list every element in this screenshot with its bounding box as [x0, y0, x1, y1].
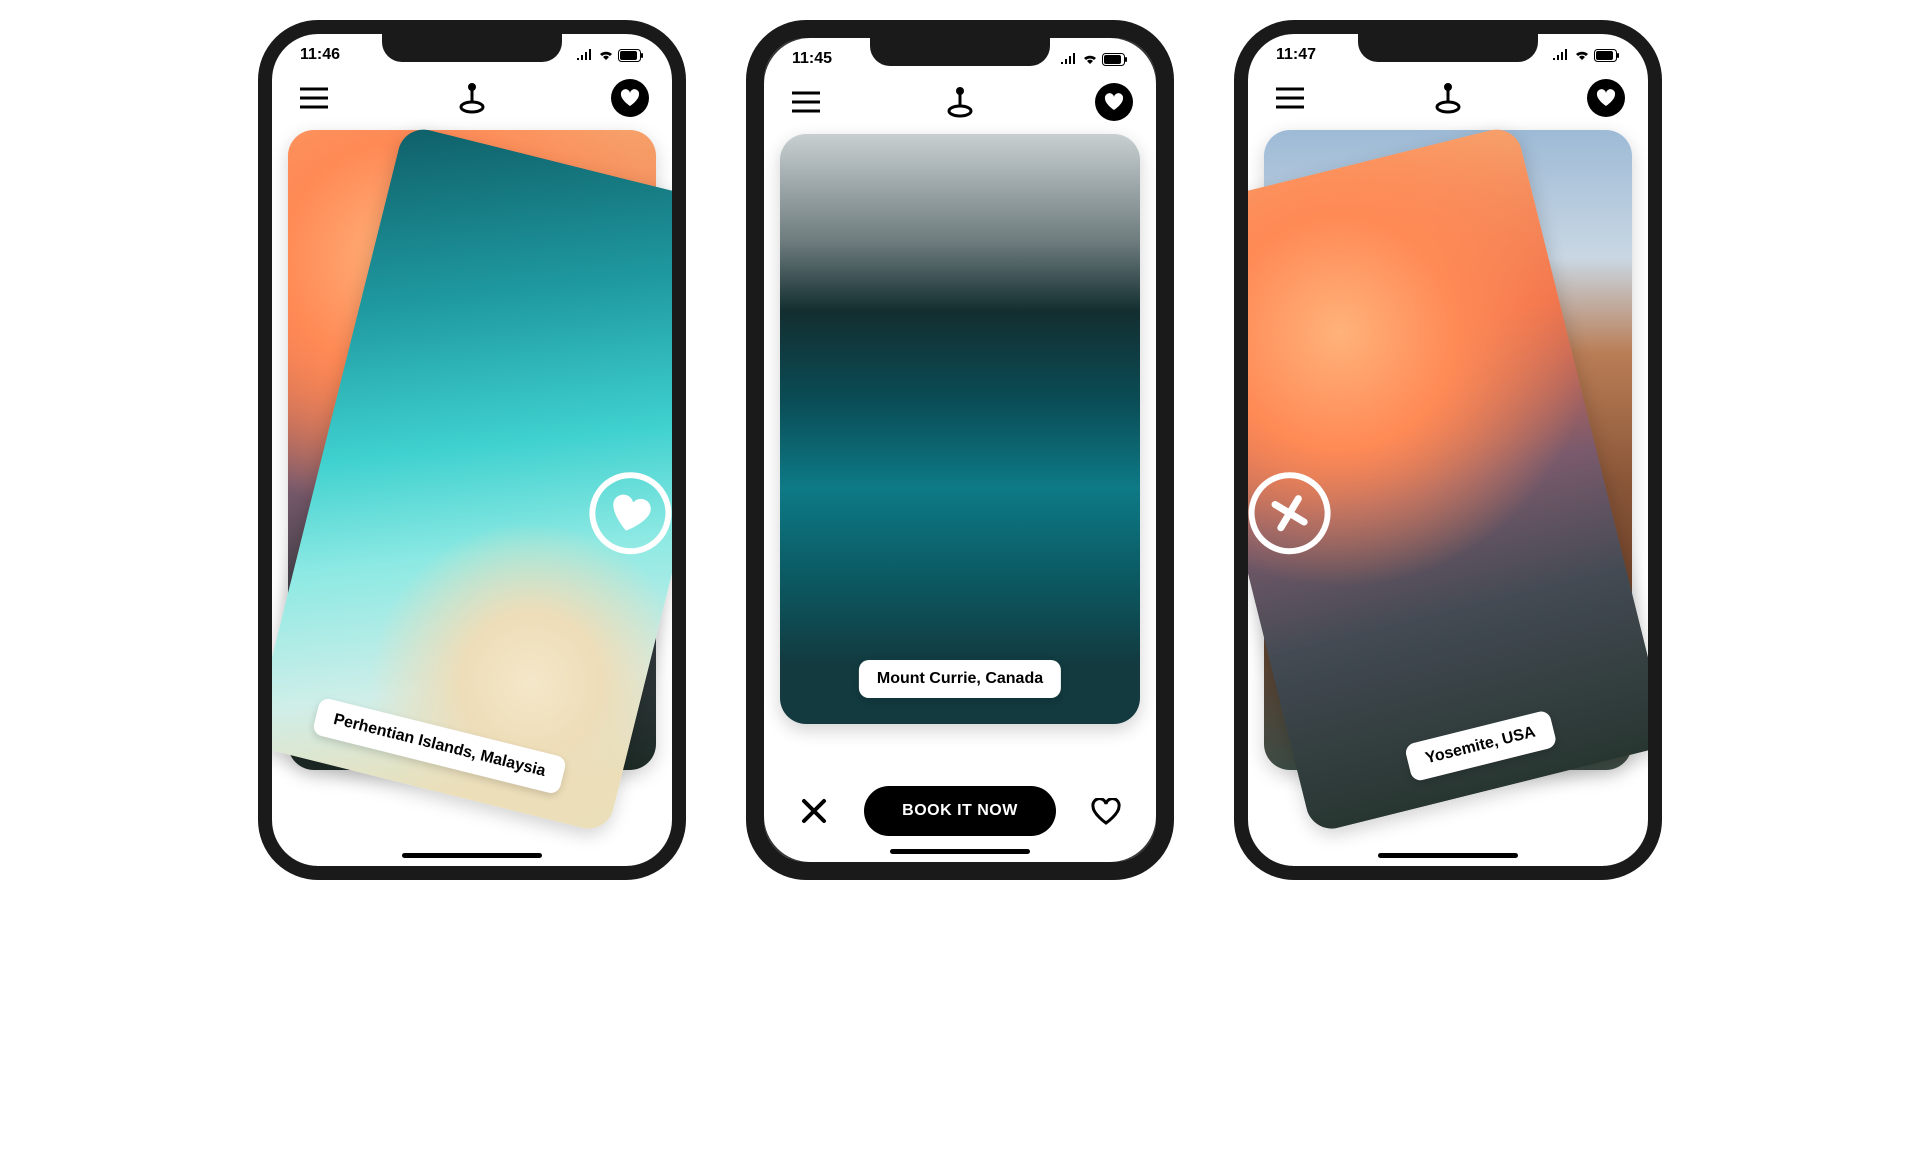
- hamburger-icon: [792, 91, 820, 113]
- location-pin-icon: [455, 81, 489, 115]
- screen: 11:47: [1248, 34, 1648, 866]
- logo-button[interactable]: [452, 78, 492, 118]
- status-indicators: [576, 49, 644, 62]
- app-header: [1248, 68, 1648, 130]
- close-icon: [1265, 489, 1313, 537]
- status-indicators: [1060, 53, 1128, 66]
- app-header: [272, 68, 672, 130]
- dismiss-button[interactable]: [794, 791, 834, 831]
- card-image-lake: [780, 134, 1140, 724]
- phone-mockup-3: 11:47: [1234, 20, 1662, 880]
- action-bar: BOOK IT NOW: [764, 786, 1156, 836]
- menu-button[interactable]: [786, 82, 826, 122]
- heart-icon: [1104, 93, 1124, 111]
- favorites-button[interactable]: [610, 78, 650, 118]
- book-now-button[interactable]: BOOK IT NOW: [864, 786, 1056, 836]
- home-indicator[interactable]: [402, 853, 542, 858]
- wifi-icon: [1082, 53, 1098, 65]
- wifi-icon: [1574, 49, 1590, 61]
- phone-notch: [382, 32, 562, 62]
- favorites-button[interactable]: [1094, 82, 1134, 122]
- menu-button[interactable]: [294, 78, 334, 118]
- home-indicator[interactable]: [1378, 853, 1518, 858]
- hamburger-icon: [1276, 87, 1304, 109]
- card-stack[interactable]: Perhentian Islands, Malaysia: [288, 130, 656, 770]
- wifi-icon: [598, 49, 614, 61]
- card-stack[interactable]: Mount Currie, Canada: [780, 134, 1140, 724]
- signal-icon: [1552, 49, 1570, 61]
- logo-button[interactable]: [940, 82, 980, 122]
- status-time: 11:45: [792, 50, 832, 68]
- status-time: 11:46: [300, 46, 340, 64]
- card-stack[interactable]: Yosemite, USA: [1264, 130, 1632, 770]
- like-button[interactable]: [1086, 791, 1126, 831]
- screen: 11:46: [272, 34, 672, 866]
- phone-mockup-2: 11:45: [746, 20, 1174, 880]
- app-header: [764, 72, 1156, 134]
- home-indicator[interactable]: [890, 849, 1030, 854]
- close-icon: [801, 798, 827, 824]
- heart-icon: [604, 488, 656, 537]
- heart-icon: [1596, 89, 1616, 107]
- card-location-label: Mount Currie, Canada: [859, 660, 1061, 698]
- logo-button[interactable]: [1428, 78, 1468, 118]
- location-pin-icon: [1431, 81, 1465, 115]
- heart-icon: [620, 89, 640, 107]
- battery-icon: [618, 49, 644, 62]
- signal-icon: [576, 49, 594, 61]
- signal-icon: [1060, 53, 1078, 65]
- menu-button[interactable]: [1270, 78, 1310, 118]
- status-time: 11:47: [1276, 46, 1316, 64]
- phone-mockup-1: 11:46: [258, 20, 686, 880]
- location-pin-icon: [943, 85, 977, 119]
- phone-notch: [1358, 32, 1538, 62]
- favorites-button[interactable]: [1586, 78, 1626, 118]
- screen: 11:45: [764, 38, 1156, 862]
- hamburger-icon: [300, 87, 328, 109]
- phone-notch: [870, 36, 1050, 66]
- battery-icon: [1102, 53, 1128, 66]
- heart-outline-icon: [1091, 798, 1121, 825]
- battery-icon: [1594, 49, 1620, 62]
- detail-card[interactable]: Mount Currie, Canada: [780, 134, 1140, 724]
- status-indicators: [1552, 49, 1620, 62]
